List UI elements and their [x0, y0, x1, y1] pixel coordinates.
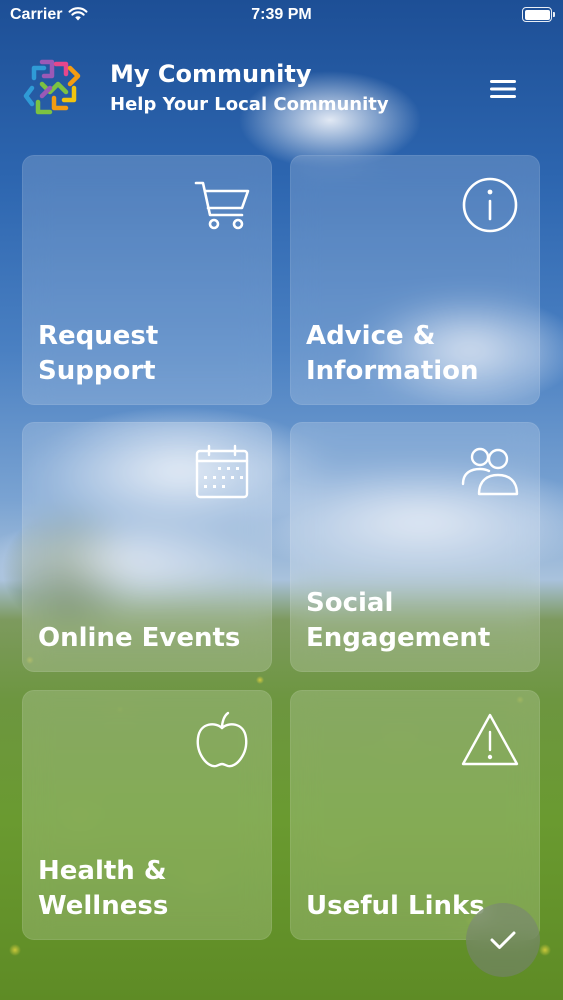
tile-online-events[interactable]: Online Events [22, 422, 272, 672]
tile-request-support[interactable]: Request Support [22, 155, 272, 405]
info-icon [462, 177, 518, 233]
tile-label: Health & Wellness [38, 856, 169, 921]
community-logo-icon [23, 59, 81, 115]
people-icon [461, 447, 519, 496]
battery-full-icon [522, 7, 555, 22]
confirm-fab-button[interactable] [466, 903, 540, 977]
shopping-cart-icon [194, 181, 250, 230]
app-subtitle: Help Your Local Community [110, 94, 389, 115]
tile-advice-information[interactable]: Advice & Information [290, 155, 540, 405]
warning-icon [461, 713, 519, 766]
status-bar: Carrier 7:39 PM [0, 0, 563, 30]
tile-label: Social Engagement [306, 588, 491, 653]
menu-button[interactable] [484, 72, 522, 106]
tile-health-wellness[interactable]: Health & Wellness [22, 690, 272, 940]
tile-label: Advice & Information [306, 321, 479, 386]
tile-label: Online Events [38, 623, 241, 653]
tile-label: Request Support [38, 321, 159, 386]
hamburger-menu-icon [490, 80, 516, 98]
clock: 7:39 PM [251, 6, 312, 23]
app-header: My Community Help Your Local Community [0, 50, 563, 130]
app-title: My Community [110, 60, 312, 88]
calendar-icon [195, 444, 249, 499]
tile-social-engagement[interactable]: Social Engagement [290, 422, 540, 672]
checkmark-icon [490, 931, 516, 949]
apple-icon [196, 711, 248, 768]
